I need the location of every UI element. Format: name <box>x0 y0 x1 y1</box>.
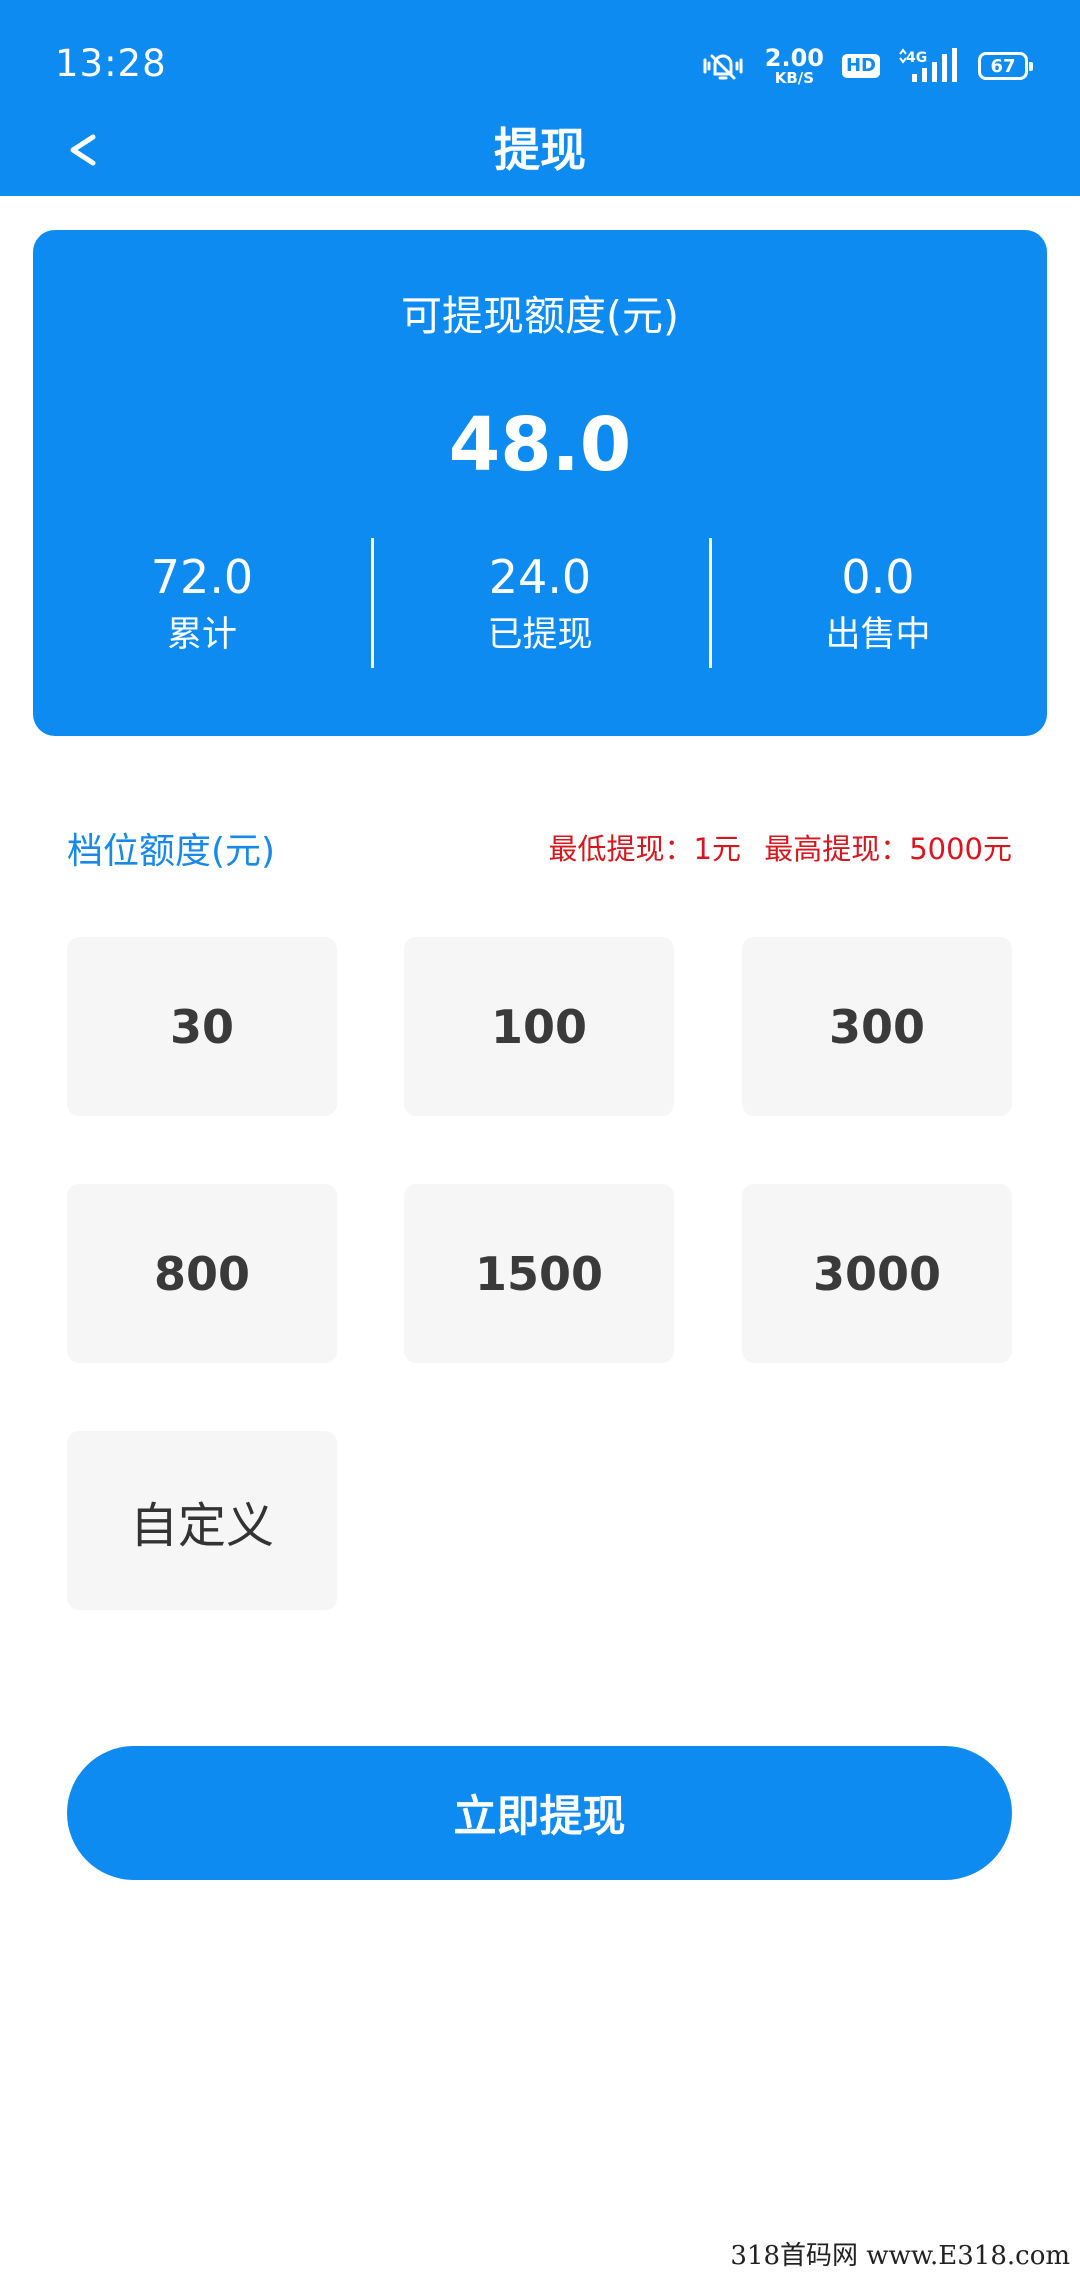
withdraw-now-button[interactable]: 立即提现 <box>67 1746 1012 1880</box>
stats-row: 72.0 累计 24.0 已提现 0.0 出售中 <box>33 538 1047 668</box>
tier-option-3000[interactable]: 3000 <box>742 1184 1012 1363</box>
max-withdraw-note: 最高提现：5000元 <box>764 832 1012 866</box>
stat-total-value: 72.0 <box>150 549 254 604</box>
tier-option-1500[interactable]: 1500 <box>404 1184 674 1363</box>
tier-section-title: 档位额度(元) <box>67 831 276 872</box>
available-amount-label: 可提现额度(元) <box>401 292 679 340</box>
stat-total: 72.0 累计 <box>33 538 371 668</box>
available-amount-value: 48.0 <box>448 402 632 488</box>
status-icons: 2.00 KB/S HD 4G 67 <box>699 44 1033 88</box>
network-type-label: 4G <box>906 50 927 66</box>
balance-summary-card: 可提现额度(元) 48.0 72.0 累计 24.0 已提现 0.0 出售中 <box>33 230 1047 736</box>
watermark: 318首码网 www.E318.com <box>730 2241 1070 2271</box>
hd-badge: HD <box>841 54 880 78</box>
network-speed: 2.00 KB/S <box>765 46 824 86</box>
withdraw-limits: 最低提现：1元 最高提现：5000元 <box>549 826 1012 868</box>
signal-icon: 4G <box>898 48 960 84</box>
tier-option-800[interactable]: 800 <box>67 1184 337 1363</box>
status-time: 13:28 <box>55 42 167 85</box>
min-withdraw-note: 最低提现：1元 <box>548 832 741 866</box>
stat-withdrawn-value: 24.0 <box>488 549 592 604</box>
network-speed-value: 2.00 <box>764 44 824 72</box>
tier-option-30[interactable]: 30 <box>67 937 337 1116</box>
stat-withdrawn-label: 已提现 <box>487 614 593 655</box>
stat-selling: 0.0 出售中 <box>709 538 1047 668</box>
stat-selling-value: 0.0 <box>841 549 915 604</box>
status-bar: 13:28 2.00 KB/S HD 4G 67 <box>0 0 1080 130</box>
nav-bar: 提现 <box>0 118 1080 182</box>
tier-option-custom[interactable]: 自定义 <box>67 1431 337 1610</box>
stat-selling-label: 出售中 <box>825 614 931 655</box>
top-bar: 13:28 2.00 KB/S HD 4G 67 提现 <box>0 0 1080 196</box>
stat-total-label: 累计 <box>166 614 237 655</box>
tier-option-300[interactable]: 300 <box>742 937 1012 1116</box>
stat-withdrawn: 24.0 已提现 <box>371 538 709 668</box>
page-title: 提现 <box>494 123 586 177</box>
battery-icon: 67 <box>978 52 1033 80</box>
mute-vibrate-icon <box>699 48 747 84</box>
network-speed-unit: KB/S <box>774 69 815 87</box>
tier-option-100[interactable]: 100 <box>404 937 674 1116</box>
